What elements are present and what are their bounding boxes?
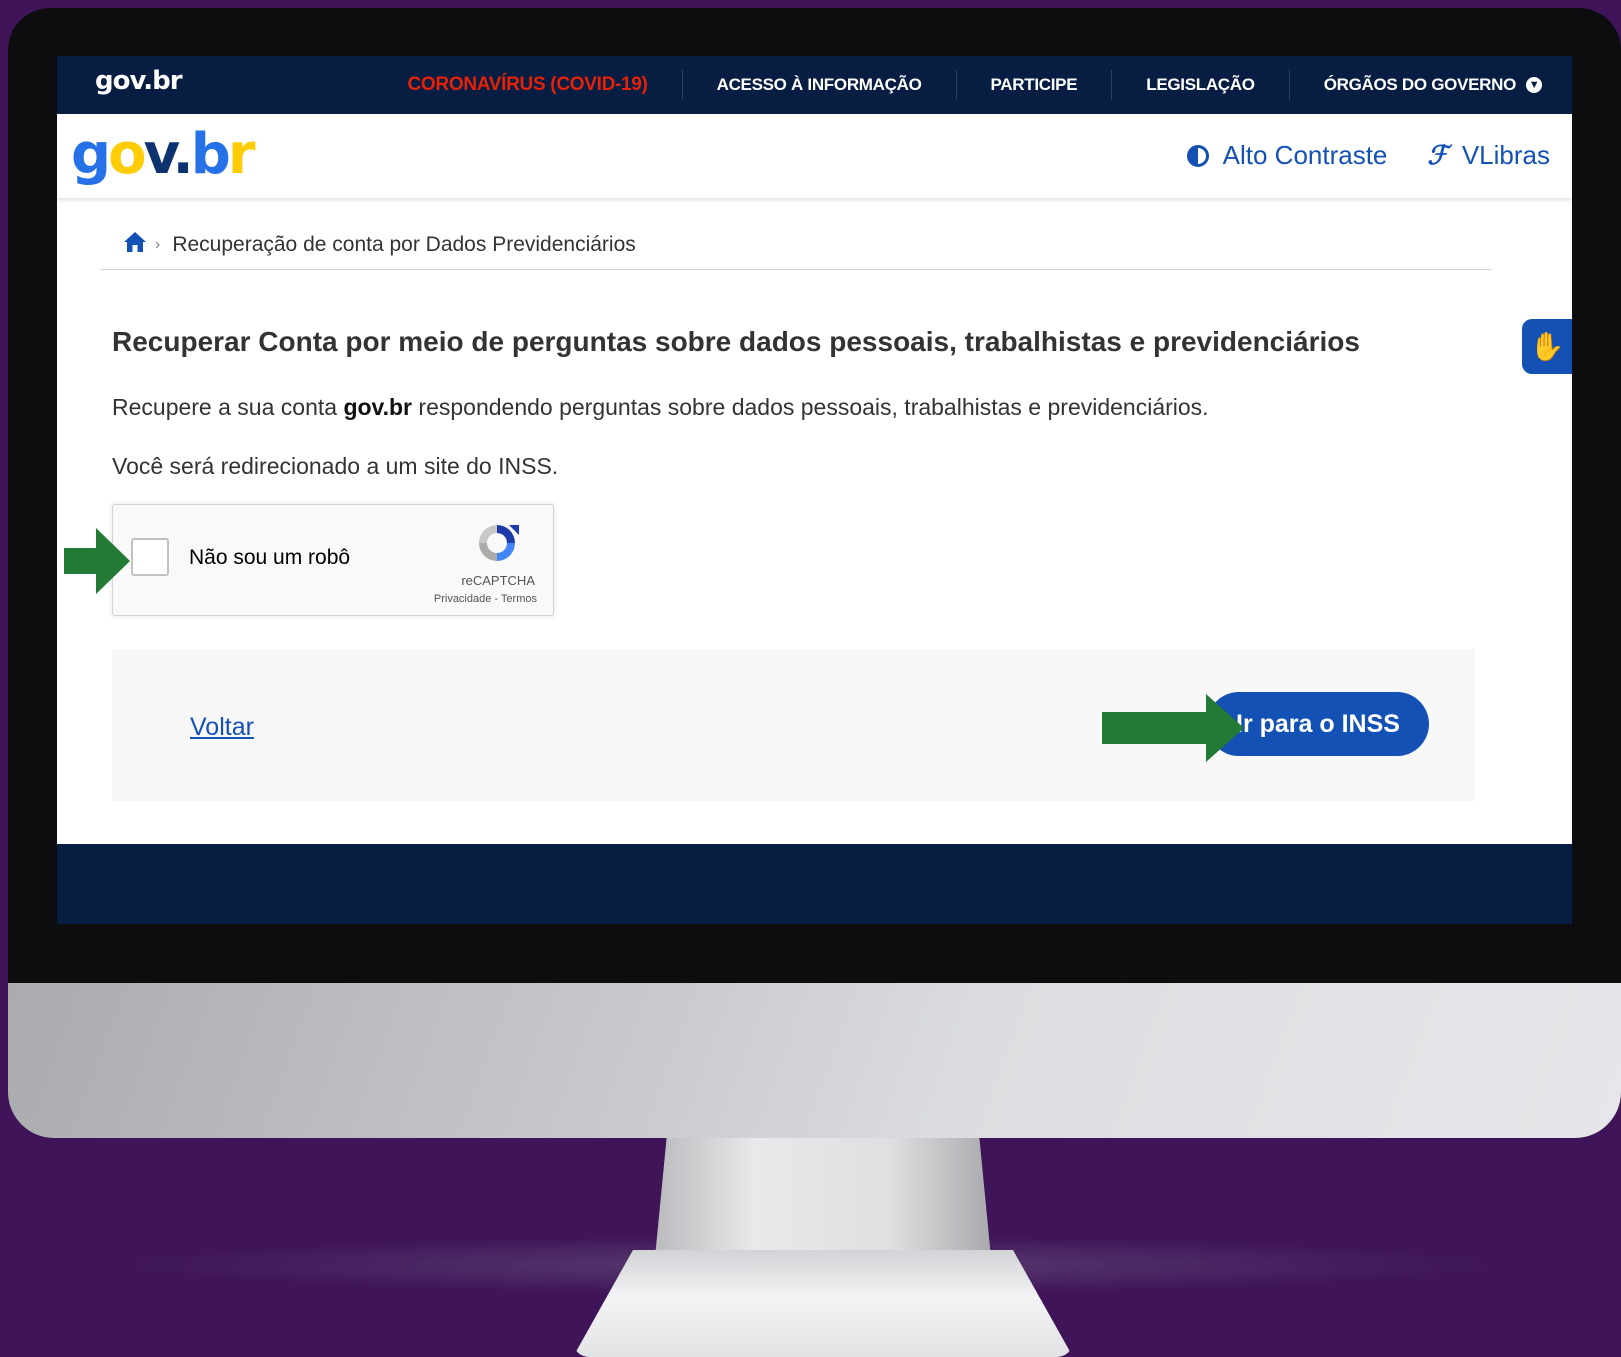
intro-text: Recupere a sua conta gov.br respondendo … <box>112 394 1209 421</box>
arrow-right-icon <box>1102 694 1244 762</box>
intro-text-brand: gov.br <box>343 394 413 420</box>
nav-item-coronavirus[interactable]: CORONAVÍRUS (COVID-19) <box>374 70 683 100</box>
nav-item-legislacao[interactable]: LEGISLAÇÃO <box>1112 70 1290 100</box>
nav-item-participe[interactable]: PARTICIPE <box>957 70 1113 100</box>
nav-item-label: PARTICIPE <box>990 75 1078 94</box>
hands-icon: ✋ <box>1529 331 1565 362</box>
footer <box>57 844 1572 924</box>
nav-item-label: ÓRGÃOS DO GOVERNO <box>1323 75 1517 94</box>
recaptcha-widget: Não sou um robô reCAPTCHA Privacidade - … <box>112 504 554 616</box>
govbr-logo[interactable]: gov.br <box>71 122 255 187</box>
vlibras-widget-button[interactable]: ✋ <box>1522 319 1572 374</box>
nav-item-orgaos-governo[interactable]: ÓRGÃOS DO GOVERNO ▼ <box>1290 70 1572 100</box>
recaptcha-links[interactable]: Privacidade - Termos <box>434 593 537 605</box>
recaptcha-brand: reCAPTCHA <box>461 573 535 588</box>
breadcrumb: › Recuperação de conta por Dados Previde… <box>101 221 1491 270</box>
monitor-chin <box>8 983 1621 1138</box>
home-icon[interactable] <box>123 231 147 260</box>
top-bar: gov.br CORONAVÍRUS (COVID-19) ACESSO À I… <box>57 56 1572 114</box>
home-icon-svg <box>124 231 146 252</box>
intro-text-start: Recupere a sua conta <box>112 394 344 420</box>
nav-item-label: LEGISLAÇÃO <box>1146 75 1255 94</box>
recaptcha-label: Não sou um robô <box>189 546 351 569</box>
ear-icon: ℱ <box>1427 140 1448 170</box>
header-tools: Alto Contraste ℱ VLibras <box>1147 140 1550 171</box>
high-contrast-button[interactable]: Alto Contraste <box>1186 140 1388 171</box>
recaptcha-checkbox[interactable] <box>131 538 169 576</box>
site-header: gov.br Alto Contraste ℱ VLibras <box>57 114 1572 198</box>
nav-item-label: CORONAVÍRUS (COVID-19) <box>407 74 648 95</box>
nav-item-acesso-informacao[interactable]: ACESSO À INFORMAÇÃO <box>683 70 957 100</box>
nav-item-label: ACESSO À INFORMAÇÃO <box>716 75 922 94</box>
browser-screen: gov.br CORONAVÍRUS (COVID-19) ACESSO À I… <box>57 56 1572 924</box>
breadcrumb-separator: › <box>155 236 161 253</box>
recaptcha-logo-icon <box>479 525 519 561</box>
action-bar: Voltar Ir para o INSS <box>112 649 1475 801</box>
vlibras-label: VLibras <box>1461 140 1550 170</box>
contrast-icon <box>1186 144 1209 167</box>
intro-text-end: respondendo perguntas sobre dados pessoa… <box>412 394 1209 420</box>
high-contrast-label: Alto Contraste <box>1222 140 1388 170</box>
arrow-right-icon <box>64 528 130 594</box>
page-title: Recuperar Conta por meio de perguntas so… <box>112 326 1360 357</box>
top-govbr-logo[interactable]: gov.br <box>95 66 183 96</box>
chevron-down-icon: ▼ <box>1526 77 1542 93</box>
breadcrumb-current: Recuperação de conta por Dados Previdenc… <box>172 233 636 256</box>
vlibras-button[interactable]: ℱ VLibras <box>1427 140 1550 171</box>
top-nav: CORONAVÍRUS (COVID-19) ACESSO À INFORMAÇ… <box>374 56 1572 114</box>
monitor-stand-base <box>573 1250 1073 1357</box>
back-link[interactable]: Voltar <box>190 713 254 742</box>
redirect-note: Você será redirecionado a um site do INS… <box>112 453 559 479</box>
